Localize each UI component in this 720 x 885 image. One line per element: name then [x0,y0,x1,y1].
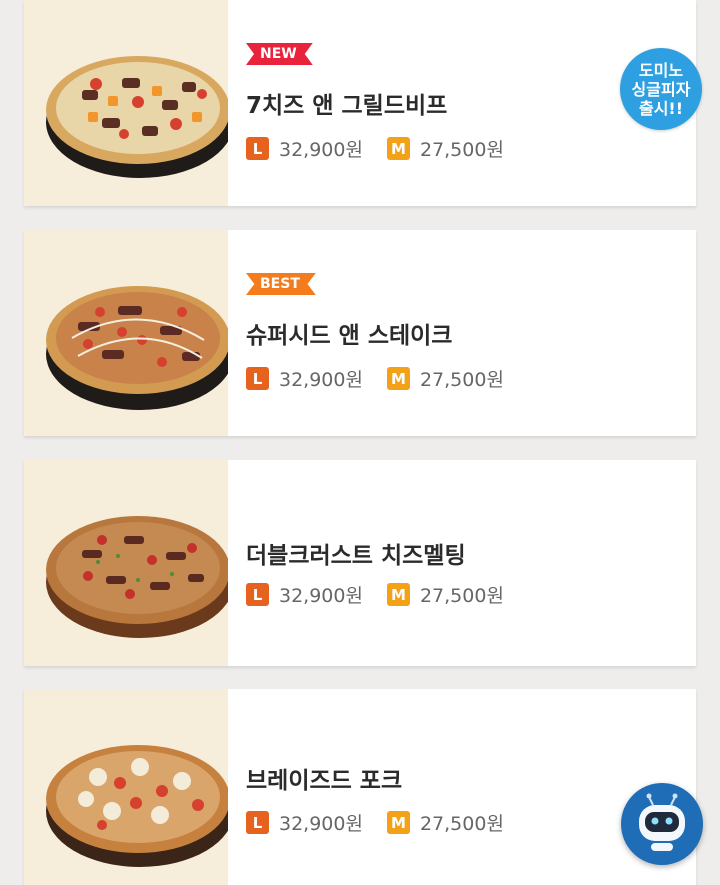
price-large: 32,900원 [279,139,363,161]
size-l-tag: L [246,137,269,160]
price-row: L 32,900원 M 27,500원 [246,809,528,836]
price-row: L 32,900원 M 27,500원 [246,581,528,608]
price-large: 32,900원 [279,585,363,607]
promo-line: 도미노 [638,60,684,80]
menu-item-name[interactable]: 더블크러스트 치즈멜팅 [246,536,466,570]
menu-item-card[interactable]: BEST 슈퍼시드 앤 스테이크 L 32,900원 M 27,500원 [24,230,696,436]
size-m-tag: M [386,583,410,606]
menu-item-card[interactable]: 브레이즈드 포크 L 32,900원 M 27,500원 [24,689,696,885]
menu-item-name[interactable]: 브레이즈드 포크 [246,761,402,795]
pizza-image[interactable] [24,230,228,436]
best-badge: BEST [246,273,316,295]
price-medium: 27,500원 [419,813,504,835]
menu-item-card[interactable]: 더블크러스트 치즈멜팅 L 32,900원 M 27,500원 [24,460,696,666]
size-m-tag: M [386,137,410,160]
single-pizza-promo-button[interactable]: 도미노 싱글피자 출시!! [620,48,702,130]
price-row: L 32,900원 M 27,500원 [246,365,528,392]
size-m-tag: M [386,811,410,834]
menu-item-card[interactable]: NEW 7치즈 앤 그릴드비프 L 32,900원 M 27,500원 [24,0,696,206]
menu-item-info: 더블크러스트 치즈멜팅 L 32,900원 M 27,500원 [228,460,696,666]
pizza-image[interactable] [24,460,228,666]
menu-item-info: BEST 슈퍼시드 앤 스테이크 L 32,900원 M 27,500원 [228,230,696,436]
price-large: 32,900원 [279,369,363,391]
size-l-tag: L [246,583,269,606]
menu-list: NEW 7치즈 앤 그릴드비프 L 32,900원 M 27,500원 BEST… [0,0,720,885]
price-medium: 27,500원 [419,585,504,607]
price-large: 32,900원 [279,813,363,835]
new-badge: NEW [246,43,313,65]
robot-icon [639,793,685,851]
menu-item-name[interactable]: 슈퍼시드 앤 스테이크 [246,316,452,350]
promo-line: 싱글피자 [631,79,691,99]
pizza-image[interactable] [24,689,228,885]
promo-line: 출시!! [638,98,684,118]
size-l-tag: L [246,367,269,390]
size-l-tag: L [246,811,269,834]
chatbot-button[interactable] [621,783,703,865]
price-medium: 27,500원 [419,139,504,161]
price-medium: 27,500원 [419,369,504,391]
pizza-image[interactable] [24,0,228,206]
size-m-tag: M [386,367,410,390]
menu-item-name[interactable]: 7치즈 앤 그릴드비프 [246,86,447,120]
price-row: L 32,900원 M 27,500원 [246,135,528,162]
